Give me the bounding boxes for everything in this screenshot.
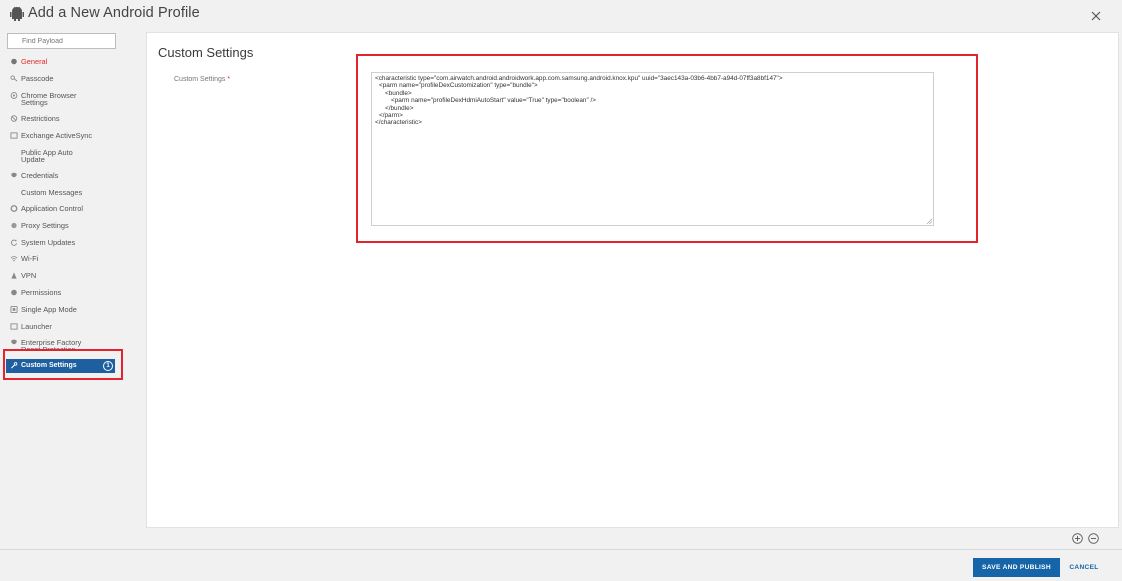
sidebar-item-label: Permissions [21,288,62,297]
sidebar-item-label: Proxy Settings [21,221,69,230]
count-badge: 1 [103,361,113,371]
sidebar-item-vpn[interactable]: VPN [10,272,120,279]
sidebar-item-credentials[interactable]: Credentials [10,172,120,179]
sidebar-item-label: Enterprise Factory Reset Protection [21,339,82,349]
shield-icon [11,339,17,345]
sidebar-item-single-app-mode[interactable]: Single App Mode [10,306,120,313]
window-header: Add a New Android Profile [0,0,1122,30]
sidebar-item-label: Wi-Fi [21,254,39,263]
sidebar-item-application-control[interactable]: Application Control [10,205,120,212]
sidebar-item-permissions[interactable]: Permissions [10,289,120,296]
wrench-icon [11,362,18,369]
sidebar-item-label: VPN [21,271,37,280]
main-panel: Custom Settings Custom Settings * <chara… [146,32,1119,528]
code-line: <parm name="profileDexCustomization" typ… [379,82,538,90]
mail-icon [10,132,18,139]
sidebar-item-label: Custom Settings [21,362,77,369]
custom-settings-textarea[interactable]: <characteristic type="com.airwatch.andro… [371,72,934,226]
cancel-button[interactable]: CANCEL [1066,558,1102,577]
sidebar-item-label: Exchange ActiveSync [21,131,93,140]
settings-icon [11,58,17,65]
code-line: </characteristic> [375,119,422,127]
close-icon[interactable] [1089,9,1103,23]
sidebar-item-label: Single App Mode [21,305,77,314]
sidebar-item-exchange-activesync[interactable]: Exchange ActiveSync [10,132,120,139]
sidebar-item-general[interactable]: General [10,58,120,65]
save-and-publish-button[interactable]: SAVE AND PUBLISH [973,558,1060,577]
sidebar-item-enterprise-factory-reset-protection[interactable]: Enterprise Factory Reset Protection [10,339,120,349]
credentials-icon [11,172,17,178]
custom-settings-label: Custom Settings * [174,76,230,83]
refresh-icon [11,239,18,246]
code-line: <parm name="profileDexHdmiAutoStart" val… [391,97,597,105]
sidebar-item-passcode[interactable]: Passcode [10,75,120,82]
sidebar-item-label: Passcode [21,74,54,83]
sidebar-item-label: Application Control [21,204,84,213]
sidebar-item-label: Custom Messages [21,188,83,197]
launcher-icon [10,323,18,330]
sidebar-item-label: System Updates [21,238,76,247]
sidebar-item-wi-fi[interactable]: Wi-Fi [10,255,120,262]
sidebar-item-public-app-auto-update[interactable]: Public App Auto Update [21,149,131,163]
sidebar-item-label: General [21,57,48,66]
required-marker: * [227,76,231,83]
code-line: </bundle> [385,104,414,112]
sidebar-item-custom-messages[interactable]: Custom Messages [21,189,131,196]
wifi-icon [10,256,18,262]
app-control-icon [10,205,18,212]
code-line: <bundle> [385,89,412,97]
sidebar-item-restrictions[interactable]: Restrictions [10,115,120,122]
chrome-icon [10,92,18,99]
code-line: <characteristic type="com.airwatch.andro… [375,75,783,82]
zoom-in-icon[interactable] [1072,533,1083,544]
sidebar-item-label: Chrome Browser Settings [21,91,77,107]
permissions-icon [11,289,17,296]
sidebar-item-launcher[interactable]: Launcher [10,323,120,330]
payload-sidebar: General Passcode Chrome Browser Settings… [0,0,140,520]
footer-divider [0,549,1122,550]
field-label-text: Custom Settings [174,76,226,83]
zoom-out-icon[interactable] [1088,533,1099,544]
key-icon [10,75,18,82]
sidebar-item-label: Public App Auto Update [21,148,73,164]
section-title: Custom Settings [158,45,254,60]
sidebar-item-system-updates[interactable]: System Updates [10,239,120,246]
sidebar-item-label: Credentials [21,171,59,180]
sidebar-item-label: Launcher [21,322,52,331]
restrictions-icon [10,115,18,122]
sidebar-item-label: Restrictions [21,114,60,123]
sidebar-item-custom-settings[interactable]: Custom Settings 1 [6,359,115,373]
sidebar-item-chrome-browser-settings[interactable]: Chrome Browser Settings [10,92,120,106]
proxy-icon [11,222,17,229]
code-line: </parm> [379,112,403,120]
resize-grip-icon[interactable] [926,218,932,224]
lock-icon [11,272,17,279]
sidebar-item-proxy-settings[interactable]: Proxy Settings [10,222,120,229]
single-app-icon [10,306,18,313]
